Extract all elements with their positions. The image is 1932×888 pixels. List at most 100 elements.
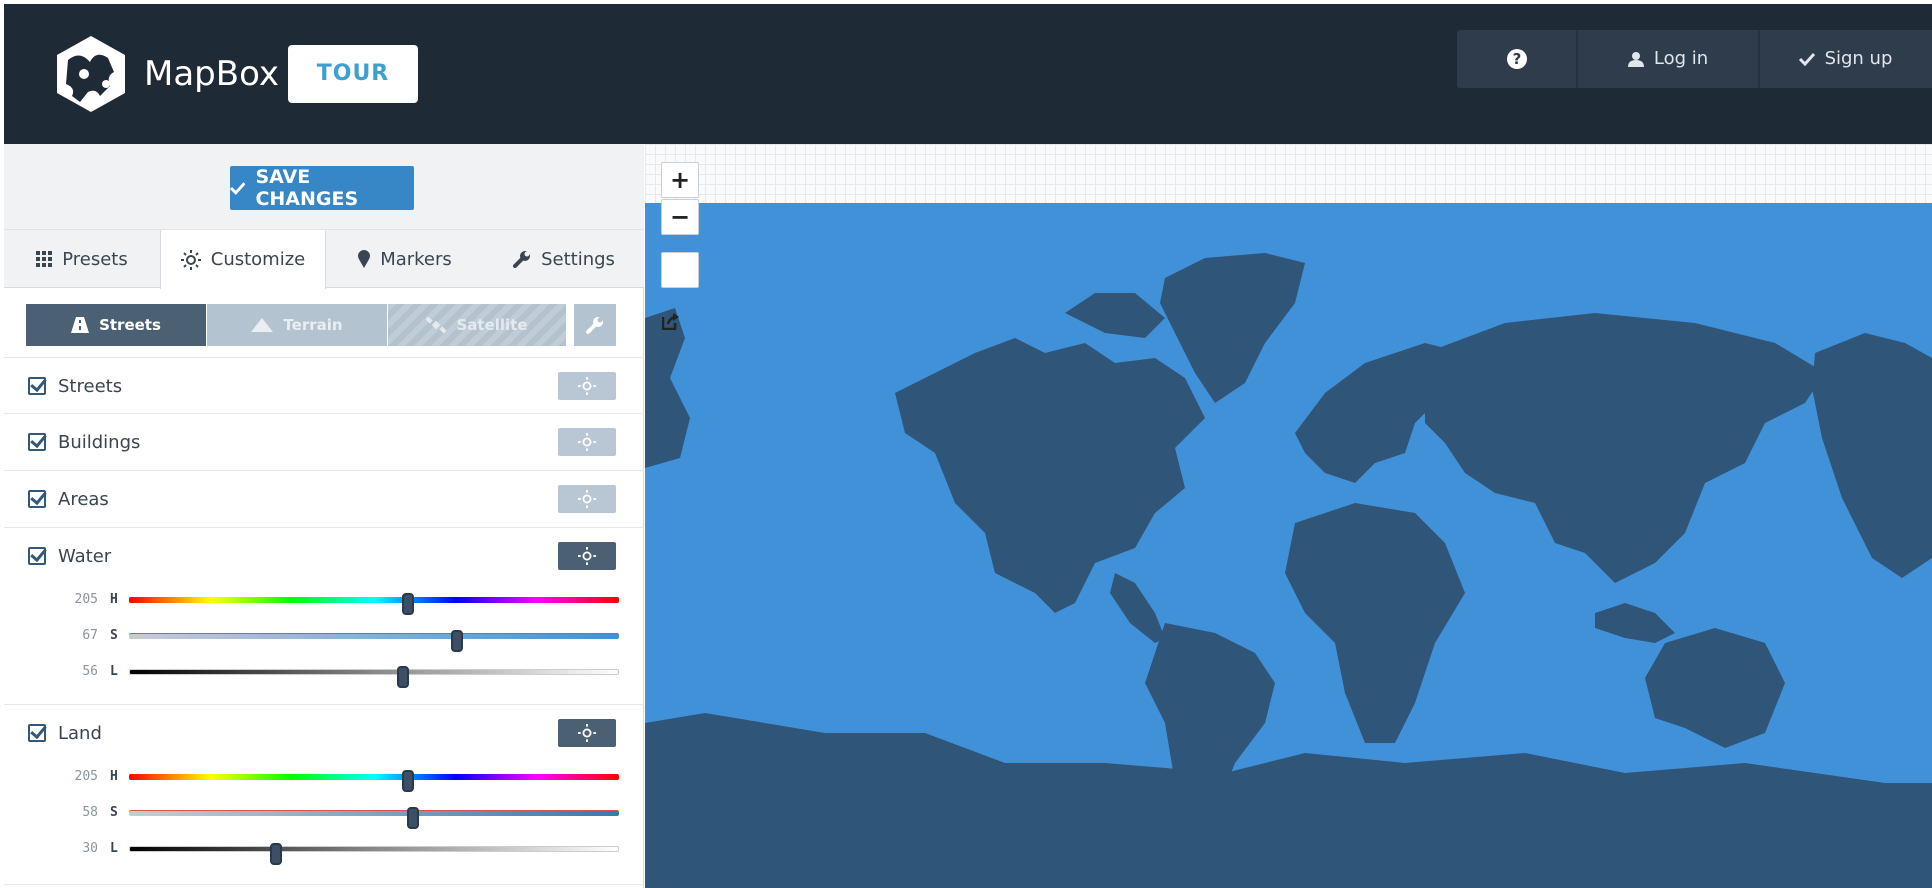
grid-icon (36, 251, 53, 267)
tab-customize[interactable]: Customize (160, 230, 326, 289)
style-toggle-button[interactable] (558, 542, 616, 570)
saturation-track[interactable] (129, 807, 619, 829)
hue-value: 205 (74, 592, 98, 607)
zoom-out-button[interactable]: − (661, 199, 699, 235)
login-button[interactable]: Log in (1577, 30, 1759, 88)
lightness-value: 56 (82, 664, 98, 679)
slider-handle[interactable] (397, 666, 410, 688)
checkbox[interactable] (28, 433, 46, 451)
sidebar: SAVE CHANGES Presets Customize Markers S… (4, 144, 644, 888)
signup-label: Sign up (1824, 48, 1893, 69)
satellite-icon (426, 316, 447, 334)
checkbox[interactable] (28, 724, 46, 742)
save-area: SAVE CHANGES (4, 144, 644, 230)
mode-label: Streets (99, 316, 161, 334)
mountain-icon (251, 318, 274, 332)
tab-presets[interactable]: Presets (4, 230, 160, 288)
map-view[interactable]: + − (645, 144, 1932, 888)
help-button[interactable]: ? (1457, 30, 1577, 88)
sun-icon (180, 249, 201, 270)
save-changes-button[interactable]: SAVE CHANGES (230, 166, 414, 210)
layer-areas: Areas (4, 471, 644, 528)
wrench-icon (513, 251, 531, 268)
saturation-track[interactable] (129, 630, 619, 652)
world-map[interactable] (645, 203, 1932, 888)
layer-toggle[interactable]: Streets (28, 358, 122, 414)
share-button[interactable] (661, 252, 699, 330)
layer-toggle[interactable]: Areas (28, 471, 109, 527)
account-bar: ? Log in Sign up (1457, 30, 1932, 88)
tab-markers[interactable]: Markers (326, 230, 484, 288)
check-icon (230, 182, 246, 195)
checkbox[interactable] (28, 377, 46, 395)
slider-handle[interactable] (407, 807, 420, 829)
saturation-slider[interactable]: 58 S (64, 803, 624, 829)
lightness-track[interactable] (129, 843, 619, 865)
lightness-slider[interactable]: 30 L (64, 839, 624, 865)
layer-label: Buildings (58, 431, 141, 453)
sun-icon (578, 724, 596, 742)
layer-toggle[interactable]: Water (28, 528, 111, 584)
check-icon (1798, 52, 1815, 66)
advanced-settings-button[interactable] (574, 304, 616, 346)
layer-toggle[interactable]: Buildings (28, 414, 140, 470)
layer-land: Land 205 H 58 S 30 L (4, 705, 644, 885)
saturation-label: S (110, 628, 118, 643)
checkbox[interactable] (28, 490, 46, 508)
hue-slider[interactable]: 205 H (64, 767, 624, 792)
brand-name: MapBox (144, 54, 279, 94)
hue-slider[interactable]: 205 H (64, 590, 624, 615)
saturation-slider[interactable]: 67 S (64, 626, 624, 652)
layer-buildings: Buildings (4, 414, 644, 471)
signup-button[interactable]: Sign up (1759, 30, 1932, 88)
sun-icon (578, 547, 596, 565)
tab-settings[interactable]: Settings (484, 230, 644, 288)
tab-label: Settings (541, 248, 615, 270)
hue-label: H (110, 769, 118, 784)
tab-label: Presets (62, 248, 128, 270)
mode-label: Terrain (283, 316, 343, 334)
sun-icon (578, 490, 596, 508)
mode-label: Satellite (456, 316, 528, 334)
style-toggle-button[interactable] (558, 485, 616, 513)
save-label: SAVE CHANGES (255, 166, 359, 210)
saturation-label: S (110, 805, 118, 820)
saturation-value: 67 (82, 628, 98, 643)
tab-bar: Presets Customize Markers Settings (4, 230, 644, 289)
layer-streets: Streets (4, 358, 644, 414)
share-icon (662, 313, 679, 330)
slider-handle[interactable] (451, 630, 464, 652)
style-toggle-button[interactable] (558, 372, 616, 400)
mode-terrain-button[interactable]: Terrain (207, 304, 387, 346)
mode-satellite-button[interactable]: Satellite (388, 304, 566, 346)
lightness-track[interactable] (129, 666, 619, 688)
zoom-in-button[interactable]: + (661, 162, 699, 198)
layer-water: Water 205 H 67 S 56 L (4, 528, 644, 705)
wrench-icon (586, 317, 603, 334)
hue-track[interactable] (129, 770, 619, 792)
hue-value: 205 (74, 769, 98, 784)
slider-handle[interactable] (402, 770, 415, 792)
mapbox-logo-icon[interactable] (54, 34, 128, 114)
hue-track[interactable] (129, 593, 619, 615)
checkbox[interactable] (28, 547, 46, 565)
login-label: Log in (1653, 48, 1709, 69)
tour-button[interactable]: TOUR (288, 45, 418, 103)
road-icon (71, 317, 90, 333)
style-toggle-button[interactable] (558, 719, 616, 747)
slider-handle[interactable] (270, 843, 283, 865)
saturation-value: 58 (82, 805, 98, 820)
lightness-slider[interactable]: 56 L (64, 662, 624, 688)
layer-label: Areas (58, 488, 109, 510)
style-toggle-button[interactable] (558, 428, 616, 456)
marker-icon (358, 250, 371, 268)
layer-toggle[interactable]: Land (28, 705, 102, 761)
tab-label: Customize (210, 249, 306, 270)
layer-label: Land (58, 722, 102, 744)
mode-streets-button[interactable]: Streets (26, 304, 206, 346)
slider-handle[interactable] (402, 593, 415, 615)
sun-icon (578, 433, 596, 451)
layer-label: Streets (58, 375, 123, 397)
tab-label: Markers (380, 248, 452, 270)
lightness-value: 30 (82, 841, 98, 856)
